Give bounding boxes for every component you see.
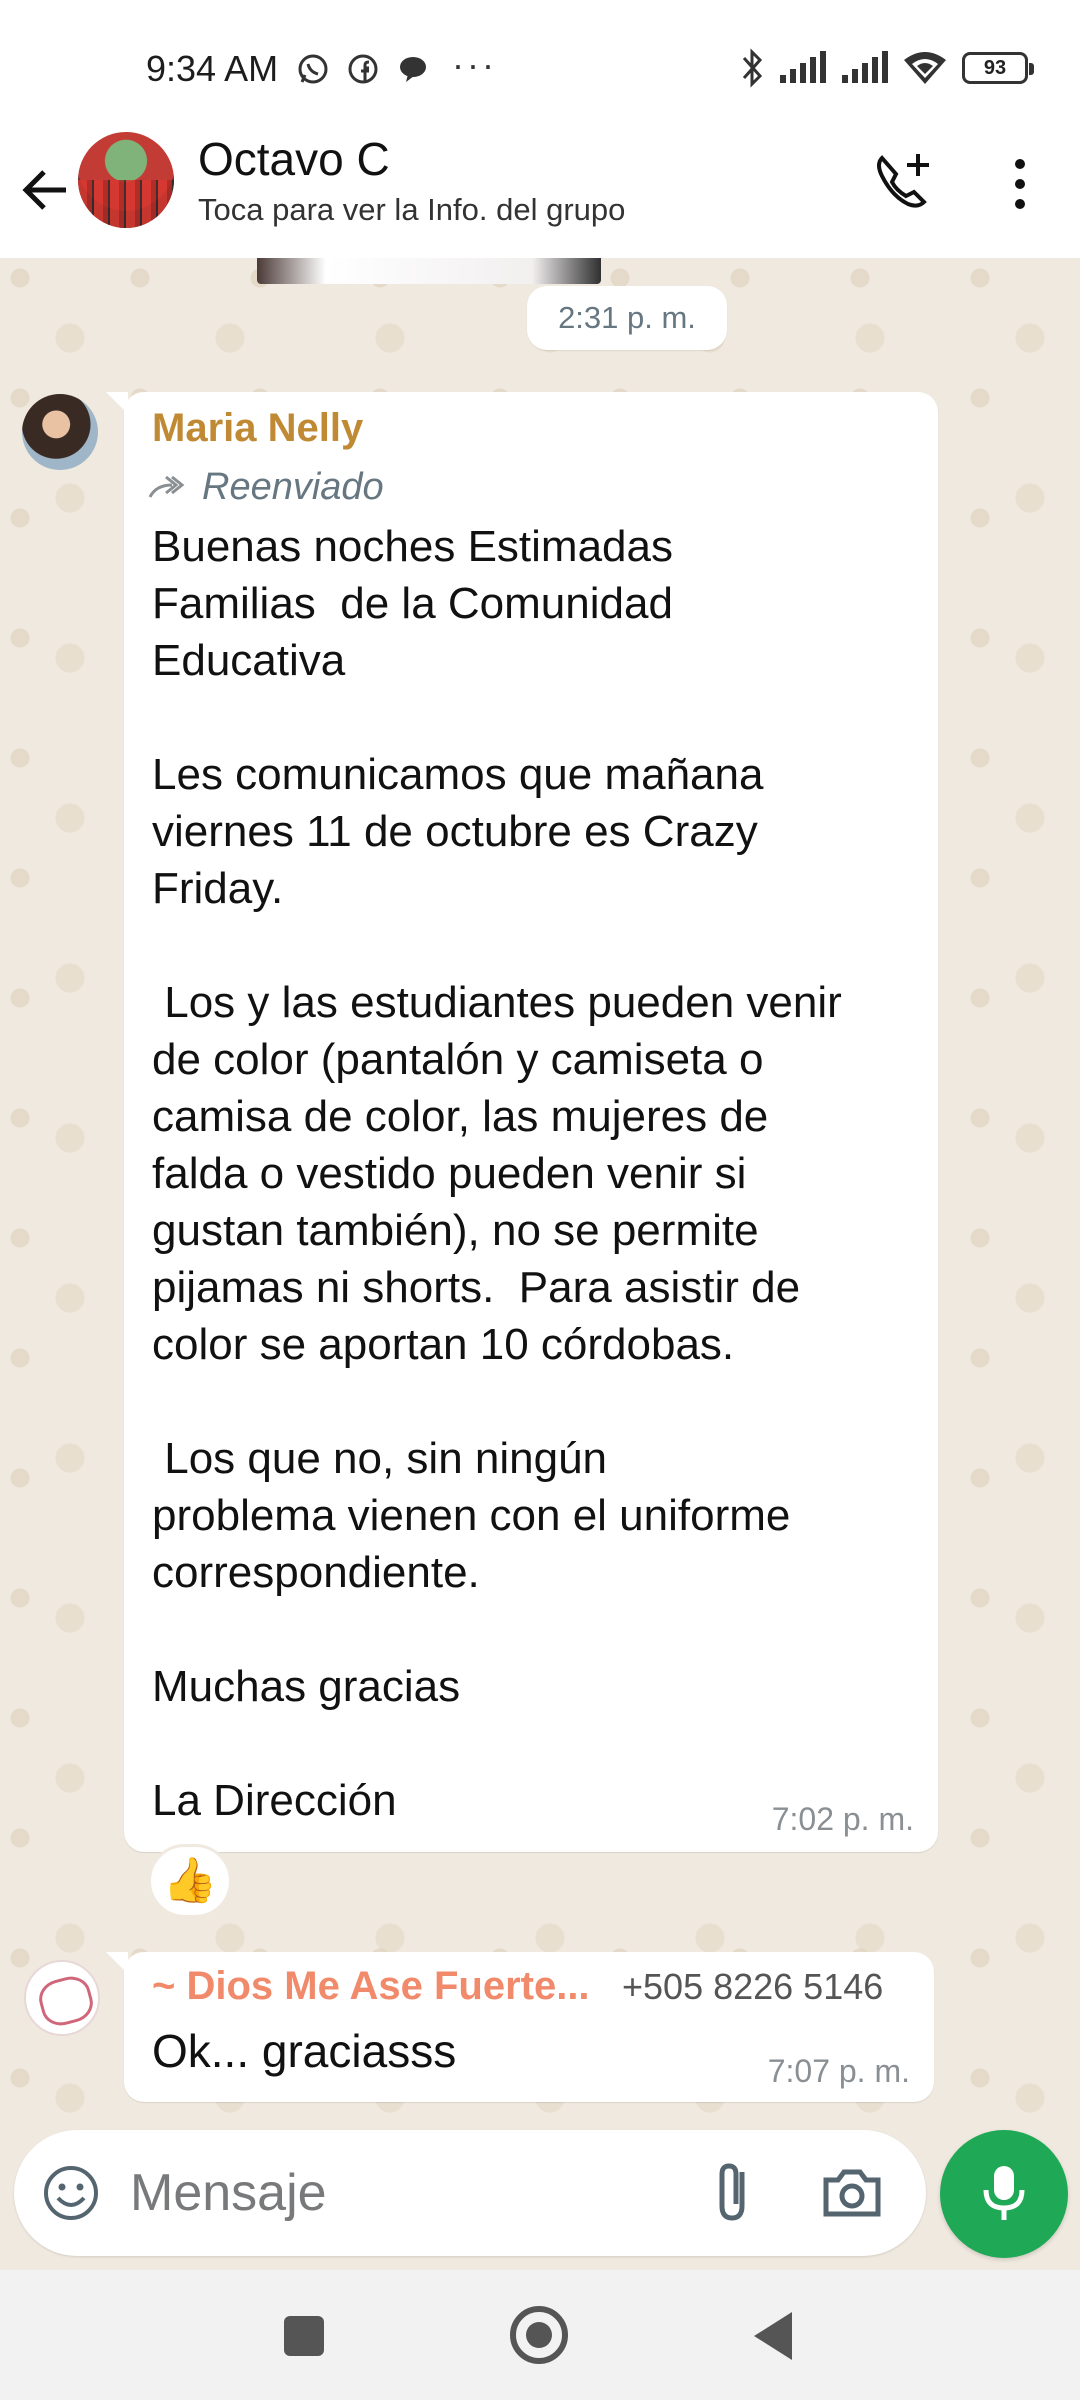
status-right-icons: 93	[740, 48, 1034, 88]
sender-name[interactable]: Maria Nelly	[152, 406, 363, 451]
forwarded-text: Reenviado	[202, 466, 384, 508]
message-text: Ok... graciasss	[152, 2025, 457, 2077]
system-nav-bar	[0, 2270, 1080, 2400]
home-icon[interactable]	[510, 2306, 568, 2364]
message-composer	[14, 2130, 926, 2256]
camera-icon[interactable]	[820, 2164, 884, 2222]
facebook-icon	[348, 54, 378, 84]
sender-phone: +505 8226 5146	[622, 1966, 884, 2007]
call-add-icon[interactable]	[872, 150, 934, 212]
status-bar: 9:34 AM ··· 93	[0, 0, 1080, 130]
forward-icon	[148, 475, 185, 498]
paperclip-icon[interactable]	[704, 2158, 764, 2228]
chat-header[interactable]: Octavo C Toca para ver la Info. del grup…	[0, 130, 1080, 258]
back-triangle-icon[interactable]	[754, 2312, 792, 2360]
chat-title[interactable]: Octavo C	[198, 132, 390, 186]
group-avatar[interactable]	[78, 132, 174, 228]
time-chip: 2:31 p. m.	[527, 286, 727, 350]
message-input[interactable]	[130, 2158, 690, 2228]
chat-area[interactable]: 2:31 p. m. Maria Nelly Reenviado Buenas …	[0, 258, 1080, 2140]
image-message-peek[interactable]	[257, 258, 601, 284]
emoji-icon[interactable]	[40, 2162, 102, 2224]
back-arrow-icon[interactable]	[18, 160, 74, 220]
chat-bubble-icon	[400, 57, 426, 82]
battery-icon: 93	[962, 52, 1034, 84]
sender-avatar[interactable]	[22, 394, 98, 470]
chat-subtitle[interactable]: Toca para ver la Info. del grupo	[198, 192, 625, 228]
sender-name[interactable]: ~ Dios Me Ase Fuerte...	[152, 1964, 590, 2009]
signal-icon	[780, 51, 826, 83]
whatsapp-icon	[298, 54, 328, 84]
mic-icon	[983, 2166, 1025, 2220]
forwarded-label: Reenviado	[146, 466, 384, 509]
signal-icon	[842, 51, 888, 83]
message-bubble[interactable]: Maria Nelly Reenviado Buenas noches Esti…	[106, 392, 938, 1852]
status-time: 9:34 AM	[146, 48, 279, 89]
mic-button[interactable]	[940, 2130, 1068, 2258]
bluetooth-icon	[742, 48, 763, 88]
status-more-dots: ···	[452, 44, 497, 85]
recents-icon[interactable]	[284, 2316, 324, 2356]
status-app-icons	[296, 52, 430, 86]
wifi-icon	[904, 52, 946, 84]
more-vertical-icon[interactable]	[1000, 154, 1040, 214]
sender-avatar[interactable]	[24, 1960, 100, 2036]
message-bubble[interactable]: ~ Dios Me Ase Fuerte... +505 8226 5146 O…	[106, 1952, 934, 2102]
message-time: 7:07 p. m.	[767, 2053, 910, 2089]
message-text: Buenas noches Estimadas Familias de la C…	[152, 522, 842, 1825]
reaction-badge[interactable]: 👍	[148, 1844, 232, 1918]
message-time: 7:02 p. m.	[771, 1801, 914, 1837]
